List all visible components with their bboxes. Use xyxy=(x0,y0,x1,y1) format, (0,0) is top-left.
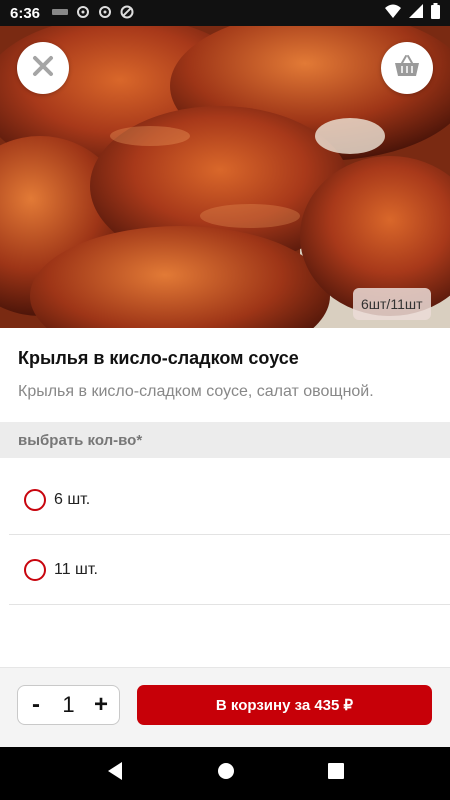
quantity-stepper: - 1 + xyxy=(17,685,120,725)
close-icon xyxy=(32,55,54,82)
recents-icon[interactable] xyxy=(327,763,344,784)
decrease-button[interactable]: - xyxy=(26,693,46,717)
basket-icon xyxy=(394,54,420,83)
status-bar: 6:36 xyxy=(0,0,450,26)
status-time: 6:36 xyxy=(10,4,41,22)
radio-button[interactable] xyxy=(24,558,46,581)
radio-button[interactable] xyxy=(24,488,46,511)
basket-button[interactable] xyxy=(381,42,433,94)
signal-icon xyxy=(409,3,423,23)
portion-badge: 6шт/11шт xyxy=(353,288,431,320)
settings-icon xyxy=(98,5,112,22)
option-6-pieces[interactable]: 6 шт. xyxy=(9,465,450,535)
option-11-pieces[interactable]: 11 шт. xyxy=(9,535,450,605)
add-to-cart-button[interactable]: В корзину за 435 ₽ xyxy=(137,685,432,725)
quantity-value: 1 xyxy=(62,692,75,717)
notification-icon xyxy=(52,7,69,20)
product-image: 6шт/11шт xyxy=(0,26,450,328)
status-right-icons xyxy=(385,2,440,24)
wifi-icon xyxy=(385,4,401,23)
product-title: Крылья в кисло-сладком соусе xyxy=(18,348,299,368)
product-info: Крылья в кисло-сладком соусе Крылья в ки… xyxy=(0,328,450,401)
status-left-icons xyxy=(52,5,134,22)
option-label: 11 шт. xyxy=(54,560,98,578)
close-button[interactable] xyxy=(17,42,69,94)
home-icon[interactable] xyxy=(217,762,235,785)
settings-icon xyxy=(76,5,90,22)
action-bar: - 1 + В корзину за 435 ₽ xyxy=(0,667,450,747)
option-label: 6 шт. xyxy=(54,490,91,508)
increase-button[interactable]: + xyxy=(91,693,111,717)
product-description: Крылья в кисло-сладком соусе, салат овощ… xyxy=(18,383,374,400)
options-header: выбрать кол-во* xyxy=(0,422,450,458)
navigation-bar xyxy=(0,747,450,800)
back-icon[interactable] xyxy=(106,761,124,786)
sync-off-icon xyxy=(120,5,134,22)
battery-icon xyxy=(431,2,440,24)
